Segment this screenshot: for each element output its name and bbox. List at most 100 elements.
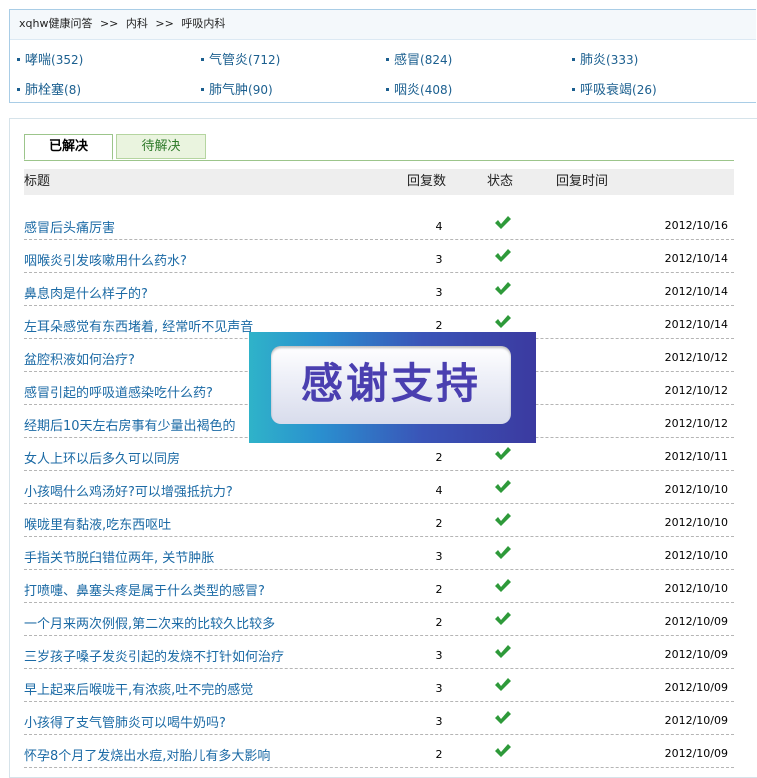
question-title-link[interactable]: 盆腔积液如何治疗? xyxy=(24,349,135,368)
reply-date: 2012/10/09 xyxy=(664,615,728,628)
check-icon xyxy=(495,711,511,724)
question-title-link[interactable]: 感冒引起的呼吸道感染吃什么药? xyxy=(24,382,213,401)
category-label: 呼吸衰竭 xyxy=(580,83,633,98)
reply-date: 2012/10/10 xyxy=(664,549,728,562)
check-icon xyxy=(495,513,511,526)
table-row: 一个月来两次例假,第二次来的比较久比较多 2 2012/10/09 xyxy=(24,604,734,636)
question-title-link[interactable]: 小孩喝什么鸡汤好?可以增强抵抗力? xyxy=(24,481,233,500)
question-title-link[interactable]: 喉咙里有黏液,吃东西呕吐 xyxy=(24,514,171,533)
check-icon xyxy=(495,216,511,229)
category-link[interactable]: 气管炎(712) xyxy=(201,49,280,68)
category-link[interactable]: 感冒(824) xyxy=(386,49,452,68)
breadcrumb-separator: >> xyxy=(155,17,174,30)
reply-date: 2012/10/11 xyxy=(664,450,728,463)
header-status: 状态 xyxy=(487,174,514,189)
reply-count: 3 xyxy=(435,550,443,563)
thanks-banner-inner: 感谢支持 xyxy=(271,346,511,424)
table-header: 标题 回复数 状态 回复时间 xyxy=(24,169,734,195)
bullet-icon xyxy=(572,88,575,91)
reply-date: 2012/10/09 xyxy=(664,714,728,727)
question-title-link[interactable]: 女人上环以后多久可以同房 xyxy=(24,448,180,467)
question-title-link[interactable]: 咽喉炎引发咳嗽用什么药水? xyxy=(24,250,187,269)
reply-date: 2012/10/09 xyxy=(664,648,728,661)
category-count: (26) xyxy=(632,83,657,97)
tab-pending[interactable]: 待解决 xyxy=(116,134,206,159)
tab-bar: 已解决 待解决 xyxy=(24,134,734,161)
category-count: (824) xyxy=(420,53,453,67)
category-label: 感冒 xyxy=(394,53,421,68)
category-count: (352) xyxy=(51,53,84,67)
question-title-link[interactable]: 小孩得了支气管肺炎可以喝牛奶吗? xyxy=(24,712,226,731)
reply-count: 2 xyxy=(435,616,443,629)
question-title-link[interactable]: 手指关节脱臼错位两年, 关节肿胀 xyxy=(24,547,214,566)
bullet-icon xyxy=(572,58,575,61)
table-row: 喉咙里有黏液,吃东西呕吐 2 2012/10/10 xyxy=(24,505,734,537)
reply-count: 2 xyxy=(435,748,443,761)
question-title-link[interactable]: 怀孕8个月了发烧出水痘,对胎儿有多大影响 xyxy=(24,745,270,764)
check-icon xyxy=(495,546,511,559)
table-row: 手指关节脱臼错位两年, 关节肿胀 3 2012/10/10 xyxy=(24,538,734,570)
breadcrumb-site[interactable]: xqhw健康问答 xyxy=(19,17,92,30)
question-title-link[interactable]: 三岁孩子嗓子发炎引起的发烧不打针如何治疗 xyxy=(24,646,284,665)
question-title-link[interactable]: 早上起来后喉咙干,有浓痰,吐不完的感觉 xyxy=(24,679,253,698)
bullet-icon xyxy=(201,88,204,91)
table-row: 咽喉炎引发咳嗽用什么药水? 3 2012/10/14 xyxy=(24,241,734,273)
category-link[interactable]: 肺栓塞(8) xyxy=(17,79,81,98)
reply-date: 2012/10/12 xyxy=(664,351,728,364)
category-link[interactable]: 哮喘(352) xyxy=(17,49,83,68)
bullet-icon xyxy=(201,58,204,61)
check-icon xyxy=(495,480,511,493)
table-row: 女人上环以后多久可以同房 2 2012/10/11 xyxy=(24,439,734,471)
reply-date: 2012/10/10 xyxy=(664,582,728,595)
header-title: 标题 xyxy=(24,174,51,189)
question-title-link[interactable]: 左耳朵感觉有东西堵着, 经常听不见声音 xyxy=(24,316,253,335)
reply-count: 3 xyxy=(435,649,443,662)
reply-date: 2012/10/09 xyxy=(664,747,728,760)
bullet-icon xyxy=(386,58,389,61)
reply-date: 2012/10/10 xyxy=(664,516,728,529)
category-link[interactable]: 呼吸衰竭(26) xyxy=(572,79,657,98)
check-icon xyxy=(495,315,511,328)
question-title-link[interactable]: 感冒后头痛厉害 xyxy=(24,217,115,236)
question-title-link[interactable]: 打喷嚏、鼻塞头疼是属于什么类型的感冒? xyxy=(24,580,265,599)
category-link[interactable]: 肺气肿(90) xyxy=(201,79,273,98)
reply-count: 4 xyxy=(435,484,443,497)
header-replies: 回复数 xyxy=(407,174,447,189)
reply-count: 2 xyxy=(435,451,443,464)
reply-date: 2012/10/14 xyxy=(664,318,728,331)
breadcrumb-level2[interactable]: 呼吸内科 xyxy=(181,17,225,30)
table-row: 早上起来后喉咙干,有浓痰,吐不完的感觉 3 2012/10/09 xyxy=(24,670,734,702)
question-title-link[interactable]: 一个月来两次例假,第二次来的比较久比较多 xyxy=(24,613,275,632)
question-title-link[interactable]: 经期后10天左右房事有少量出褐色的 xyxy=(24,415,236,434)
category-link[interactable]: 肺炎(333) xyxy=(572,49,638,68)
thanks-text: 感谢支持 xyxy=(300,359,481,408)
category-label: 肺气肿 xyxy=(209,83,249,98)
question-panel: 已解决 待解决 标题 回复数 状态 回复时间 感冒后头痛厉害 4 2012/10/1… xyxy=(9,118,757,778)
category-label: 肺炎 xyxy=(580,53,607,68)
reply-count: 3 xyxy=(435,682,443,695)
check-icon xyxy=(495,744,511,757)
tab-solved[interactable]: 已解决 xyxy=(24,134,113,160)
breadcrumb-separator: >> xyxy=(99,17,119,30)
check-icon xyxy=(495,678,511,691)
check-icon xyxy=(495,645,511,658)
breadcrumb-level1[interactable]: 内科 xyxy=(126,17,148,30)
question-title-link[interactable]: 鼻息肉是什么样子的? xyxy=(24,283,148,302)
category-label: 肺栓塞 xyxy=(25,83,65,98)
reply-date: 2012/10/09 xyxy=(664,681,728,694)
category-link[interactable]: 咽炎(408) xyxy=(386,79,452,98)
reply-count: 2 xyxy=(435,583,443,596)
category-count: (90) xyxy=(248,83,273,97)
thanks-banner: 感谢支持 xyxy=(249,332,536,443)
check-icon xyxy=(495,612,511,625)
category-count: (408) xyxy=(420,83,453,97)
table-row: 怀孕8个月了发烧出水痘,对胎儿有多大影响 2 2012/10/09 xyxy=(24,736,734,768)
category-box: xqhw健康问答 >> 内科 >> 呼吸内科 哮喘(352) 气管炎(712) … xyxy=(9,9,756,103)
reply-date: 2012/10/16 xyxy=(664,219,728,232)
reply-count: 2 xyxy=(435,319,443,332)
reply-date: 2012/10/14 xyxy=(664,285,728,298)
header-time: 回复时间 xyxy=(556,174,609,189)
category-count: (333) xyxy=(606,53,639,67)
table-row: 小孩得了支气管肺炎可以喝牛奶吗? 3 2012/10/09 xyxy=(24,703,734,735)
reply-count: 3 xyxy=(435,253,443,266)
